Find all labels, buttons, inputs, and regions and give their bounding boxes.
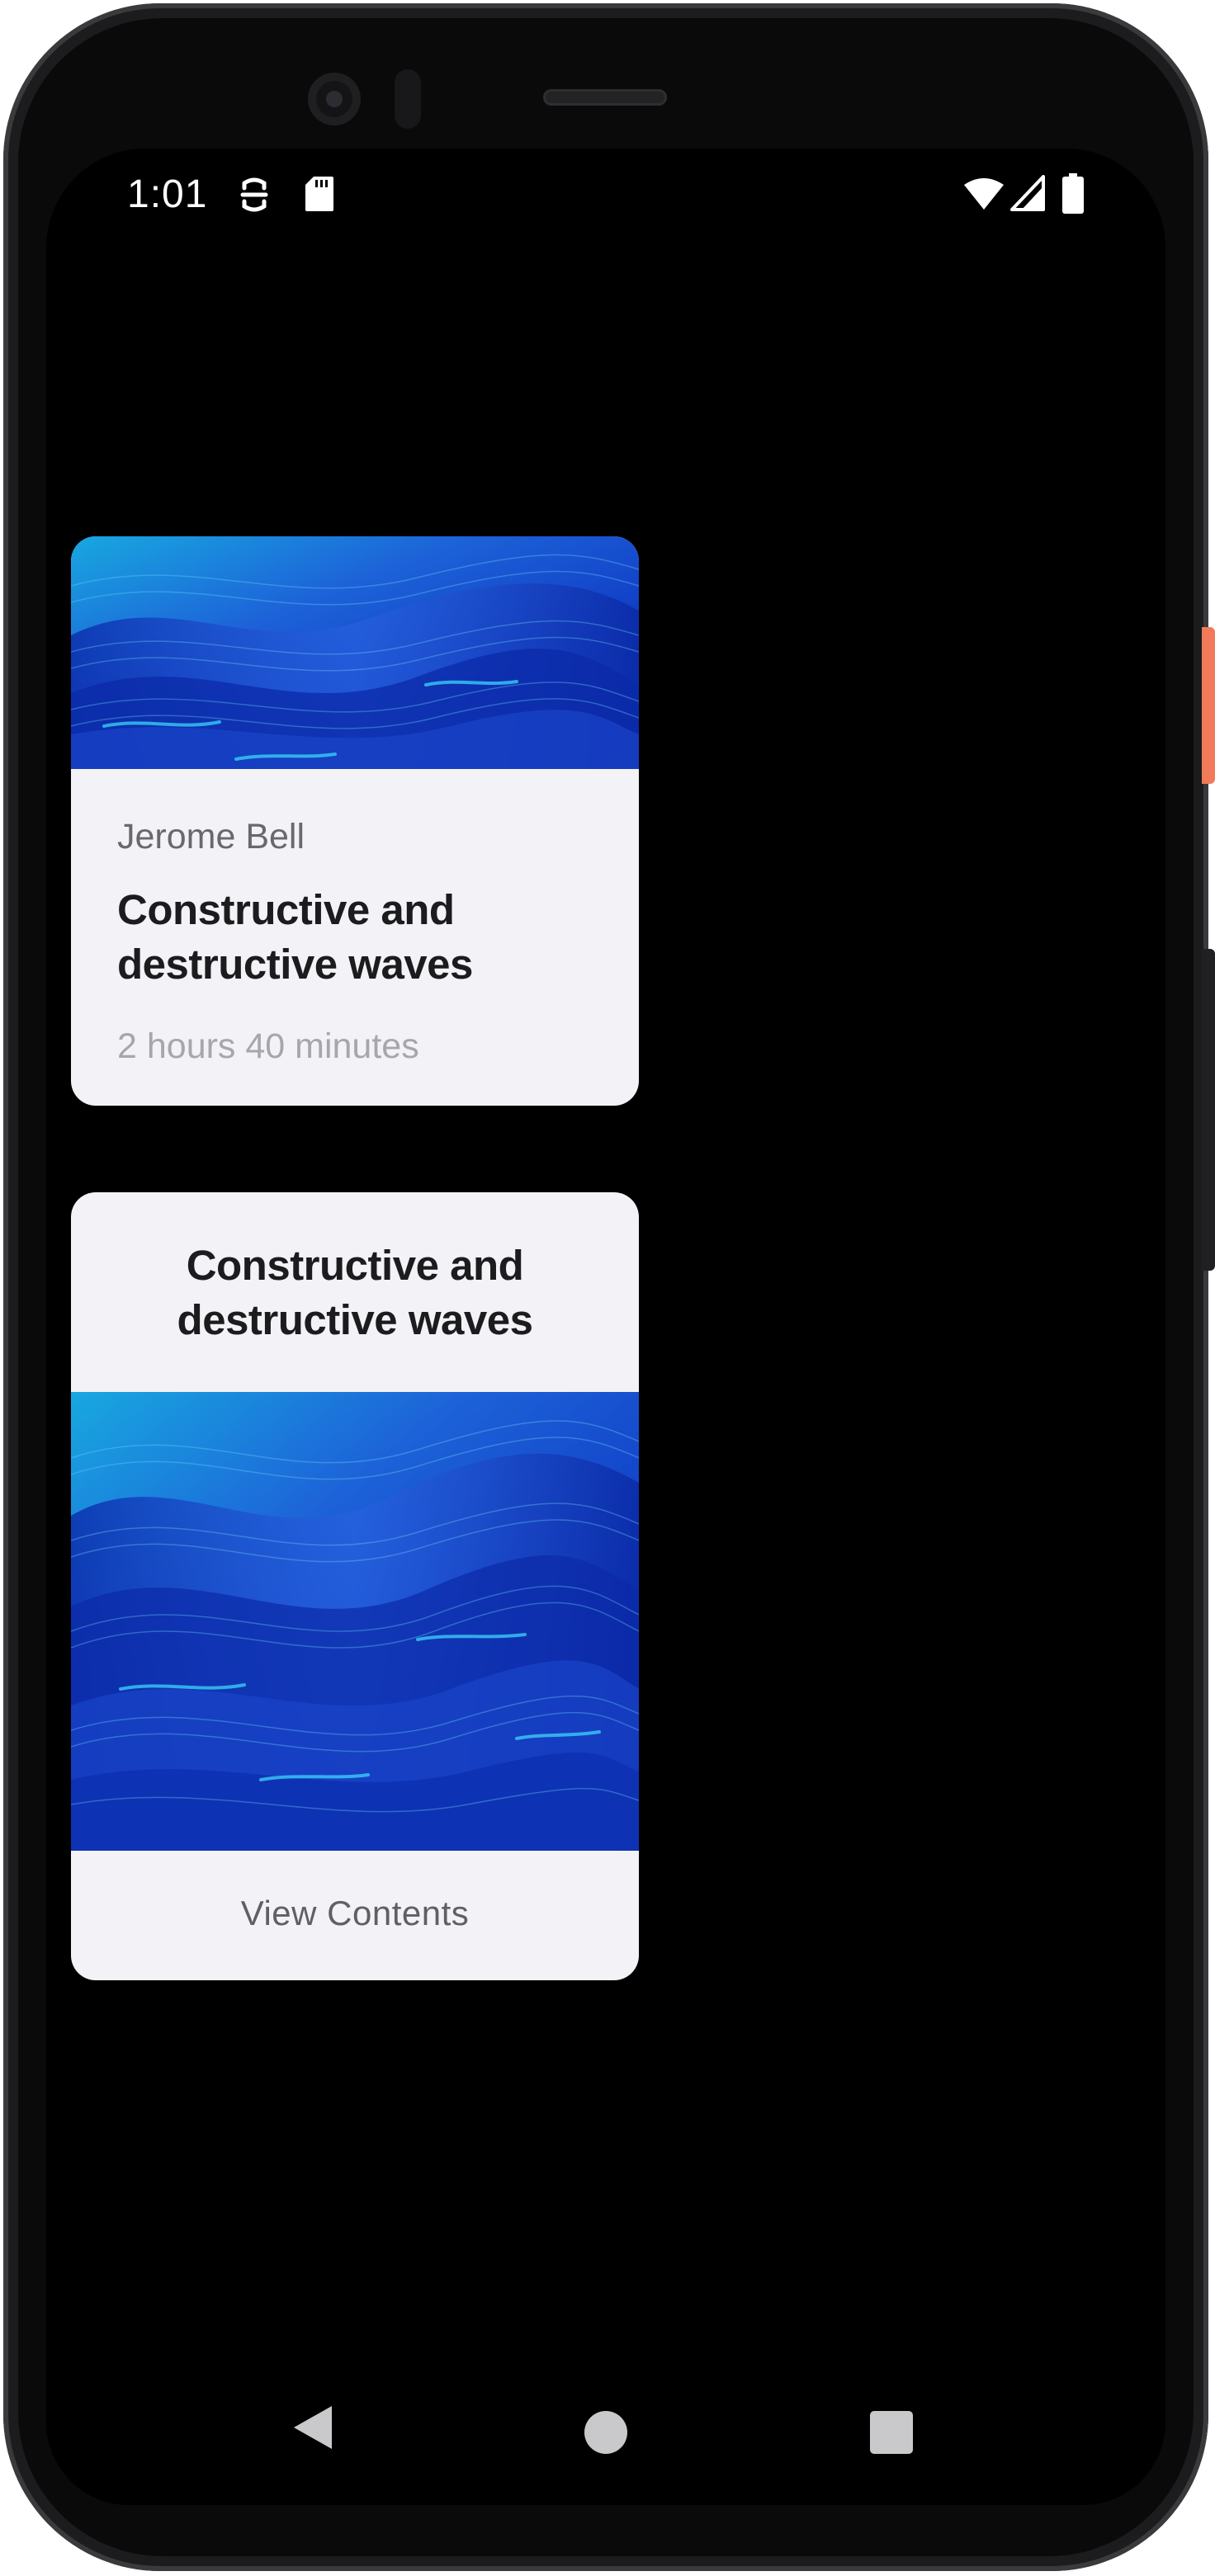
front-camera	[308, 73, 361, 125]
wave-banner-image	[71, 536, 639, 769]
sd-card-icon	[305, 177, 333, 211]
home-icon[interactable]	[584, 2411, 627, 2454]
course-title: Constructive and destructive waves	[117, 886, 473, 988]
battery-icon	[1062, 173, 1084, 214]
screen: 1:01 Jerome Bell Constructive and destru…	[46, 149, 1165, 2505]
status-bar: 1:01	[46, 149, 1165, 248]
contents-card-title: Constructive and destructive waves	[177, 1242, 533, 1343]
data-saver-icon	[240, 177, 268, 212]
status-time: 1:01	[127, 172, 208, 216]
course-author: Jerome Bell	[117, 817, 305, 856]
proximity-sensor	[395, 69, 421, 129]
contents-card[interactable]: Constructive and destructive waves View …	[71, 1192, 639, 1980]
course-card[interactable]: Jerome Bell Constructive and destructive…	[71, 536, 639, 1106]
volume-button	[1202, 949, 1215, 1271]
wave-hero-image	[71, 1392, 639, 1851]
earpiece-speaker	[543, 89, 667, 106]
power-button	[1202, 627, 1215, 784]
course-duration: 2 hours 40 minutes	[117, 1026, 419, 1066]
cell-signal-icon	[1010, 175, 1045, 211]
view-contents-button[interactable]: View Contents	[71, 1894, 639, 1933]
wifi-icon	[964, 178, 1004, 210]
back-icon[interactable]	[292, 2404, 333, 2451]
recents-icon[interactable]	[870, 2411, 913, 2454]
